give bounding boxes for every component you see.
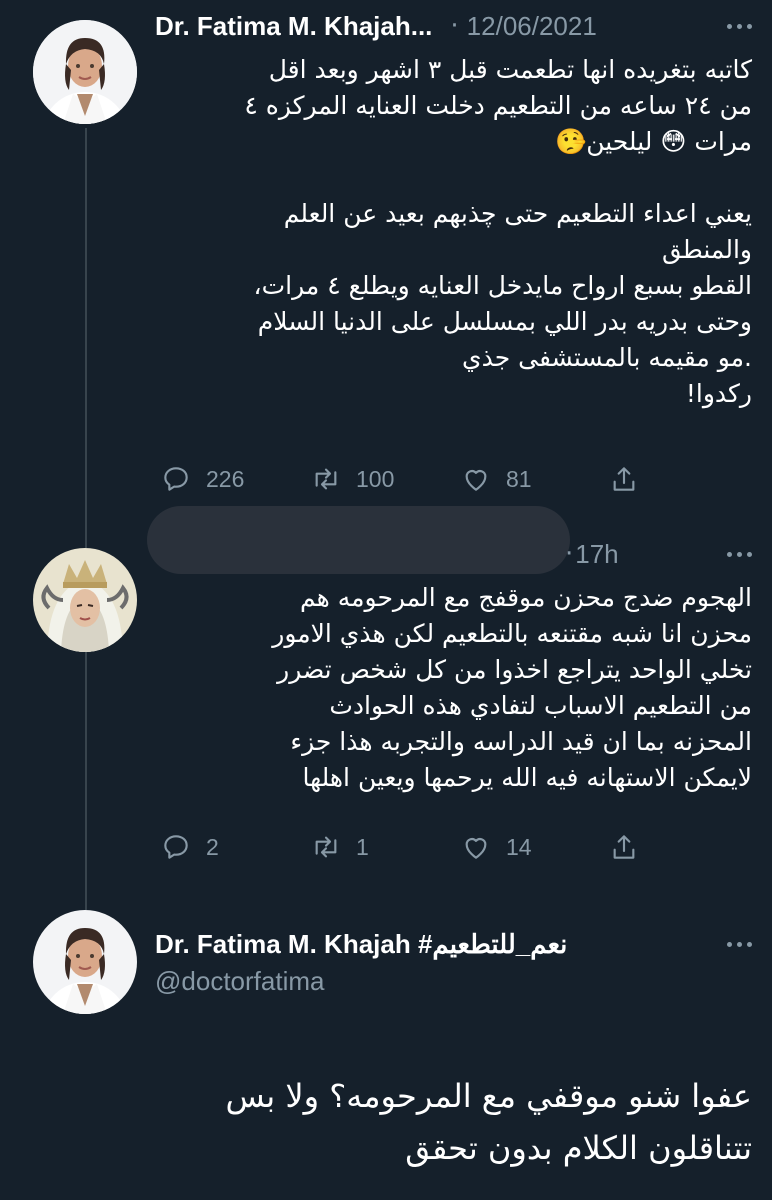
tweet-text-line: تتناقلون الكلام بدون تحقق: [405, 1129, 752, 1167]
tweet-actions: 2 1 14: [160, 830, 650, 864]
tweet-header: Dr. Fatima M. Khajah... · 12/06/2021: [155, 6, 752, 46]
author-handle[interactable]: @doctorfatima: [155, 966, 324, 997]
avatar[interactable]: [33, 20, 137, 124]
separator-dot: ·: [565, 539, 574, 569]
retweet-count: 100: [356, 465, 395, 492]
main-tweet-text: عفوا شنو موقفي مع المرحومه؟ ولا بس تتناق…: [40, 1070, 752, 1174]
tweet-text-line: عفوا شنو موقفي مع المرحومه؟ ولا بس: [225, 1077, 752, 1115]
tweet-text-line: يعني اعداء التطعيم حتى چذبهم بعيد عن الع…: [283, 199, 752, 228]
more-dots-icon[interactable]: [727, 551, 752, 557]
tweet-text-line: الهجوم ضدج محزن موقفج مع المرحومه هم: [299, 583, 752, 612]
tweet-header: Dr. Fatima M. Khajah #نعم_للتطعيم: [155, 924, 752, 964]
tweet-text-line: لايمكن الاستهانه فيه الله يرحمها ويعين ا…: [302, 763, 752, 792]
retweet-button[interactable]: 1: [310, 831, 369, 863]
like-button[interactable]: 14: [460, 831, 532, 863]
retweet-icon: [315, 468, 337, 490]
reply-icon: [164, 467, 188, 491]
tweet-text-line: محزن انا شبه مقتنعه بالتطعيم لكن هذي الا…: [272, 619, 752, 648]
separator-dot: ·: [450, 11, 459, 41]
avatar[interactable]: [33, 910, 137, 1014]
thread-connector-line: [85, 128, 87, 548]
retweet-button[interactable]: 100: [310, 463, 394, 495]
share-icon: [613, 467, 635, 491]
tweet-timestamp[interactable]: 17h: [575, 539, 618, 570]
avatar[interactable]: [33, 548, 137, 652]
tweet-text-line: ركدوا!: [685, 379, 752, 408]
tweet-text-line: كاتبه بتغريده انها تطعمت قبل ٣ اشهر وبعد…: [268, 55, 752, 84]
author-name[interactable]: Dr. Fatima M. Khajah...: [155, 11, 432, 42]
tweet-text-line: تخلي الواحد يتراجع اخذوا من كل شخص تضرر: [277, 655, 752, 684]
reply-button[interactable]: 2: [160, 831, 219, 863]
reply-count: 2: [206, 833, 219, 860]
tweet-text-line: القطو بسبع ارواح مايدخل العنايه ويطلع ٤ …: [253, 271, 752, 300]
like-count: 81: [506, 465, 532, 492]
share-button[interactable]: [608, 463, 640, 495]
tweet-text: الهجوم ضدج محزن موقفج مع المرحومه هم محز…: [155, 580, 752, 796]
share-button[interactable]: [608, 831, 640, 863]
more-dots-icon[interactable]: [727, 23, 752, 29]
tweet-text-line: المحزنه بما ان قيد الدراسه والتجربه هذا …: [290, 727, 752, 756]
heart-icon: [465, 838, 487, 859]
tweet-text-line: [155, 160, 752, 196]
tweet-text-line: وحتى بدريه بدر اللي بمسلسل على الدنيا ال…: [257, 307, 752, 336]
tweet-text: كاتبه بتغريده انها تطعمت قبل ٣ اشهر وبعد…: [155, 52, 752, 412]
tweet-text-line: والمنطق: [662, 235, 752, 264]
reply-icon: [164, 835, 188, 859]
tweet-text-line: من ٢٤ ساعه من التطعيم دخلت العنايه المرك…: [244, 91, 752, 120]
tweet-text-line: .مو مقيمه بالمستشفى جذي: [462, 343, 752, 372]
reply-button[interactable]: 226: [160, 463, 244, 495]
reply-count: 226: [206, 465, 245, 492]
heart-icon: [465, 470, 487, 491]
like-button[interactable]: 81: [460, 463, 532, 495]
share-icon: [613, 835, 635, 859]
tweet-text-line: من التطعيم الاسباب لتفادي هذه الحوادث: [329, 691, 752, 720]
retweet-count: 1: [356, 833, 369, 860]
tweet-actions: 226 100 81: [160, 462, 650, 496]
author-name[interactable]: Dr. Fatima M. Khajah #نعم_للتطعيم: [155, 929, 567, 960]
tweet-header: · 17h: [155, 534, 752, 574]
more-dots-icon[interactable]: [727, 941, 752, 947]
tweet-text-line: مرات 😳 ليلحين🤥: [555, 127, 752, 156]
like-count: 14: [506, 833, 532, 860]
tweet-timestamp[interactable]: 12/06/2021: [467, 11, 597, 42]
thread-connector-line: [85, 650, 87, 910]
retweet-icon: [315, 836, 337, 858]
